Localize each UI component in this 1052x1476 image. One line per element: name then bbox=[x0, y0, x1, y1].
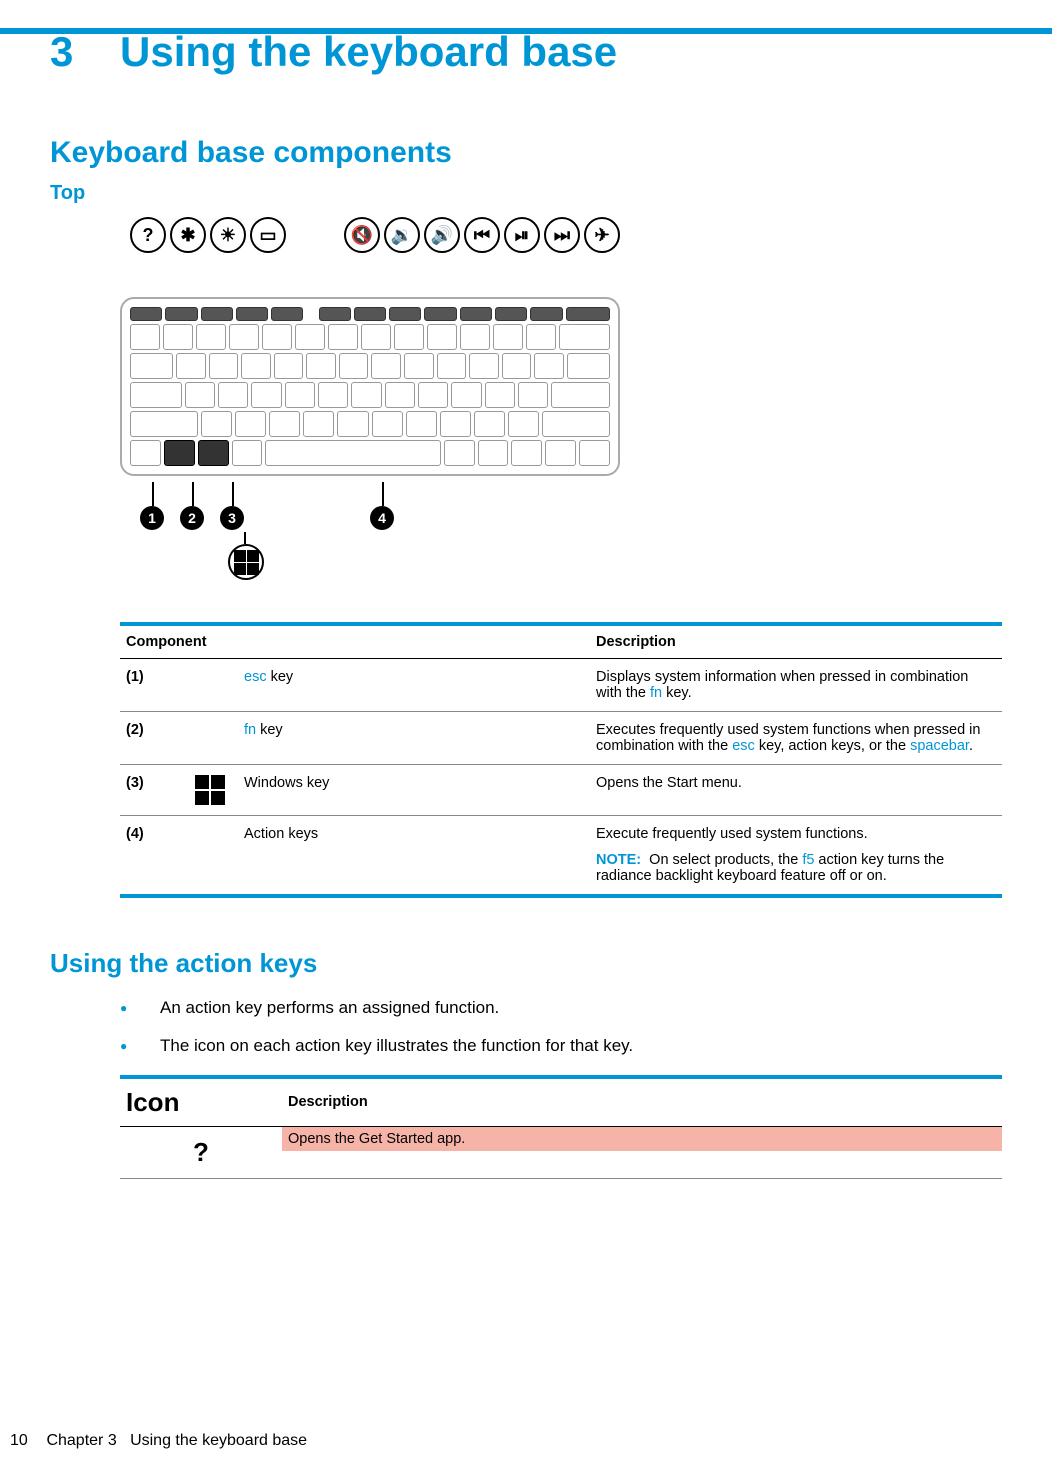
volume-down-icon: 🔉 bbox=[384, 217, 420, 253]
windows-icon bbox=[195, 775, 225, 805]
display-switch-icon: ▭ bbox=[250, 217, 286, 253]
table-row: (4) Action keys Execute frequently used … bbox=[120, 816, 1002, 897]
windows-key-detail-icon bbox=[228, 544, 264, 580]
action-key-bullets: An action key performs an assigned funct… bbox=[120, 996, 1002, 1058]
row-name: Action keys bbox=[238, 816, 590, 897]
mute-icon: 🔇 bbox=[344, 217, 380, 253]
row-desc: Execute frequently used system functions… bbox=[590, 816, 1002, 897]
play-pause-icon: ⏯ bbox=[504, 217, 540, 253]
component-table-header-component: Component bbox=[120, 624, 590, 659]
row-desc: Executes frequently used system function… bbox=[590, 712, 1002, 765]
row-icon bbox=[182, 765, 238, 816]
icon-row-description-highlighted: Opens the Get Started app. bbox=[282, 1127, 1002, 1151]
callout-2: 2 bbox=[180, 506, 204, 530]
fn-key-highlight bbox=[164, 440, 195, 466]
keyboard-callouts: 1 2 3 4 bbox=[120, 482, 620, 602]
row-icon bbox=[182, 712, 238, 765]
table-row: ? Opens the Get Started app. bbox=[120, 1126, 1002, 1178]
row-icon bbox=[182, 816, 238, 897]
component-table-header-description: Description bbox=[590, 624, 1002, 659]
row-num: (2) bbox=[120, 712, 182, 765]
section-heading-components: Keyboard base components bbox=[50, 136, 1002, 170]
chapter-number: 3 bbox=[50, 28, 120, 76]
row-num: (4) bbox=[120, 816, 182, 897]
airplane-mode-icon: ✈ bbox=[584, 217, 620, 253]
brightness-down-icon: ✱ bbox=[170, 217, 206, 253]
help-icon: ? bbox=[130, 217, 166, 253]
windows-key-highlight bbox=[198, 440, 229, 466]
volume-up-icon: 🔊 bbox=[424, 217, 460, 253]
callout-3: 3 bbox=[220, 506, 244, 530]
callout-4: 4 bbox=[370, 506, 394, 530]
chapter-header: 3 Using the keyboard base bbox=[50, 28, 1002, 76]
icon-table-header-icon: Icon bbox=[120, 1077, 282, 1127]
row-name: esc key bbox=[238, 659, 590, 712]
table-row: (1) esc key Displays system information … bbox=[120, 659, 1002, 712]
icon-table-header-description: Description bbox=[282, 1077, 1002, 1127]
question-mark-icon: ? bbox=[120, 1126, 282, 1178]
row-name: fn key bbox=[238, 712, 590, 765]
row-icon bbox=[182, 659, 238, 712]
row-desc: Opens the Start menu. bbox=[590, 765, 1002, 816]
footer-chapter-title: Using the keyboard base bbox=[130, 1432, 307, 1449]
row-desc: Displays system information when pressed… bbox=[590, 659, 1002, 712]
row-name: Windows key bbox=[238, 765, 590, 816]
chapter-title: Using the keyboard base bbox=[120, 28, 617, 76]
keyboard-figure: ? ✱ ☀ ▭ 🔇 🔉 🔊 ⏮ ⏯ ⏭ ✈ bbox=[120, 217, 1002, 602]
row-num: (1) bbox=[120, 659, 182, 712]
callout-1: 1 bbox=[140, 506, 164, 530]
bullet-item: The icon on each action key illustrates … bbox=[120, 1034, 1002, 1058]
keyboard-illustration bbox=[120, 297, 620, 476]
previous-track-icon: ⏮ bbox=[464, 217, 500, 253]
function-key-icons-row: ? ✱ ☀ ▭ 🔇 🔉 🔊 ⏮ ⏯ ⏭ ✈ bbox=[130, 217, 620, 253]
section-heading-action-keys: Using the action keys bbox=[50, 948, 1002, 979]
footer-chapter-label: Chapter 3 bbox=[46, 1432, 116, 1449]
page-footer: 10 Chapter 3 Using the keyboard base bbox=[10, 1432, 307, 1450]
table-row: (3) Windows key Opens the Start menu. bbox=[120, 765, 1002, 816]
next-track-icon: ⏭ bbox=[544, 217, 580, 253]
page-number: 10 bbox=[10, 1432, 42, 1450]
component-table: Component Description (1) esc key Displa… bbox=[120, 622, 1002, 898]
subsection-heading-top: Top bbox=[50, 182, 1002, 205]
row-num: (3) bbox=[120, 765, 182, 816]
table-row: (2) fn key Executes frequently used syst… bbox=[120, 712, 1002, 765]
action-key-icon-table: Icon Description ? Opens the Get Started… bbox=[120, 1075, 1002, 1179]
bullet-item: An action key performs an assigned funct… bbox=[120, 996, 1002, 1020]
page-top-accent-bar bbox=[0, 28, 1052, 34]
brightness-up-icon: ☀ bbox=[210, 217, 246, 253]
